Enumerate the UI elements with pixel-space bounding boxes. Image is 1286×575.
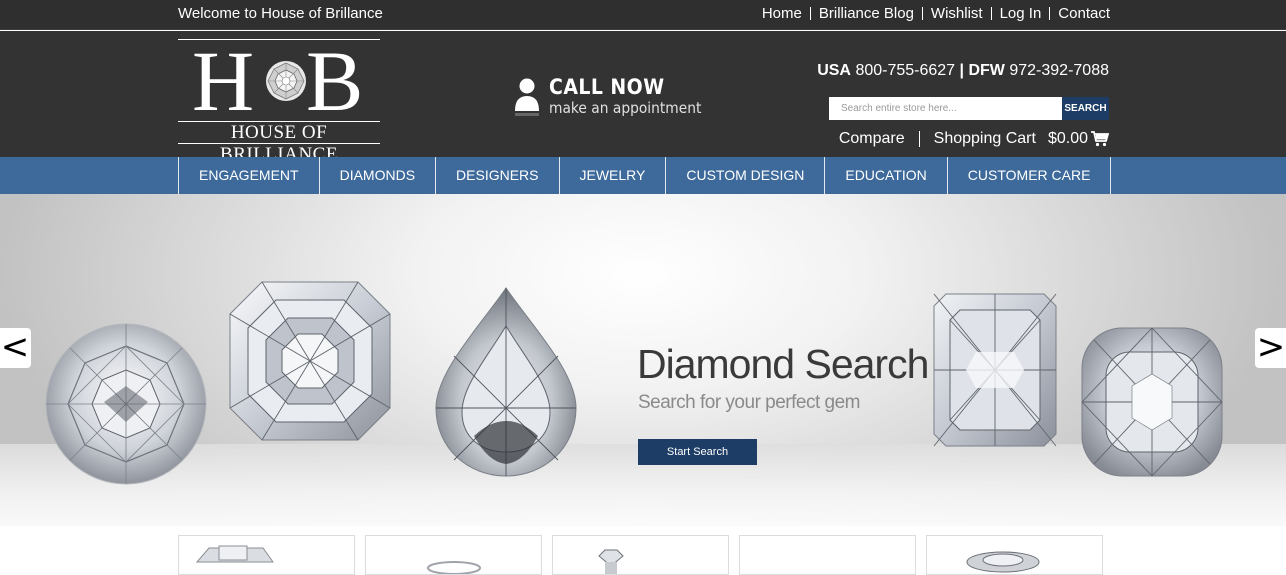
cart-area: Compare Shopping Cart $0.00 <box>839 130 1109 148</box>
link-divider <box>1049 7 1051 20</box>
dfw-phone[interactable]: 972-392-7088 <box>1009 62 1109 79</box>
logo-rule <box>178 143 380 144</box>
top-bar: Welcome to House of Brillance Home Brill… <box>0 0 1286 30</box>
radiant-diamond-image <box>933 293 1057 447</box>
category-thumbnail[interactable] <box>739 535 916 575</box>
search-form: SEARCH <box>829 97 1109 120</box>
nav-item-customer-care[interactable]: CUSTOMER CARE <box>948 157 1112 194</box>
nav-item-designers[interactable]: DESIGNERS <box>436 157 560 194</box>
compare-link[interactable]: Compare <box>839 130 905 148</box>
nav-item-diamonds[interactable]: DIAMONDS <box>320 157 437 194</box>
nav-item-education[interactable]: EDUCATION <box>825 157 948 194</box>
ring-image <box>427 561 481 574</box>
phone-numbers: USA 800-755-6627 | DFW 972-392-7088 <box>817 62 1109 80</box>
search-button[interactable]: SEARCH <box>1062 97 1109 120</box>
welcome-message: Welcome to House of Brillance <box>178 5 383 22</box>
contact-link[interactable]: Contact <box>1058 5 1110 22</box>
home-link[interactable]: Home <box>762 5 802 22</box>
diamond-logo-icon <box>266 61 306 101</box>
blog-link[interactable]: Brilliance Blog <box>819 5 914 22</box>
call-now-subtitle: make an appointment <box>549 99 702 117</box>
asscher-diamond-image <box>229 281 391 441</box>
logo-letter-b: B <box>306 33 364 129</box>
main-nav: ENGAGEMENT DIAMONDS DESIGNERS JEWELRY CU… <box>0 157 1286 194</box>
link-divider <box>809 7 811 20</box>
slider-prev-button[interactable]: < <box>0 328 31 368</box>
hero-slider: Diamond Search Search for your perfect g… <box>0 194 1286 526</box>
login-link[interactable]: Log In <box>1000 5 1042 22</box>
category-thumbnail[interactable] <box>552 535 729 575</box>
hero-subtitle: Search for your perfect gem <box>638 392 861 413</box>
category-thumbnail[interactable] <box>365 535 542 575</box>
emerald-ring-image <box>195 545 274 563</box>
cart-total: $0.00 <box>1047 130 1088 147</box>
nav-list: ENGAGEMENT DIAMONDS DESIGNERS JEWELRY CU… <box>178 157 1112 194</box>
halo-ring-image <box>966 551 1040 573</box>
hero-title: Diamond Search <box>637 341 929 387</box>
top-links: Home Brilliance Blog Wishlist Log In Con… <box>762 5 1110 22</box>
cushion-diamond-image <box>1081 327 1223 477</box>
site-header: H B HOUSE OF BRILLIANCE CALL NOW make an… <box>0 31 1286 165</box>
link-divider <box>990 7 992 20</box>
slider-next-button[interactable]: > <box>1255 328 1286 368</box>
wishlist-link[interactable]: Wishlist <box>931 5 983 22</box>
pear-diamond-image <box>435 287 577 477</box>
usa-label: USA <box>817 62 851 79</box>
usa-phone[interactable]: 800-755-6627 <box>855 62 955 79</box>
search-input[interactable] <box>829 97 1062 120</box>
solitaire-ring-image <box>598 549 624 574</box>
person-icon <box>515 78 539 116</box>
site-logo[interactable]: H B HOUSE OF BRILLIANCE <box>178 33 380 165</box>
category-thumbnail[interactable] <box>926 535 1103 575</box>
cart-icon[interactable] <box>1091 131 1109 147</box>
link-divider <box>921 7 923 20</box>
round-diamond-image <box>45 323 207 485</box>
dfw-label: DFW <box>968 62 1005 79</box>
shopping-cart-link[interactable]: Shopping Cart <box>934 130 1036 148</box>
logo-letter-h: H <box>192 33 255 129</box>
nav-item-engagement[interactable]: ENGAGEMENT <box>179 157 320 194</box>
nav-item-custom-design[interactable]: CUSTOM DESIGN <box>666 157 826 194</box>
category-thumbnails <box>178 535 1108 575</box>
category-thumbnail[interactable] <box>178 535 355 575</box>
nav-item-jewelry[interactable]: JEWELRY <box>560 157 667 194</box>
cart-divider <box>918 131 920 147</box>
start-search-button[interactable]: Start Search <box>638 439 757 465</box>
phone-separator: | <box>959 62 965 79</box>
call-now-title: CALL NOW <box>549 75 665 99</box>
call-now-link[interactable]: CALL NOW make an appointment <box>514 75 714 121</box>
